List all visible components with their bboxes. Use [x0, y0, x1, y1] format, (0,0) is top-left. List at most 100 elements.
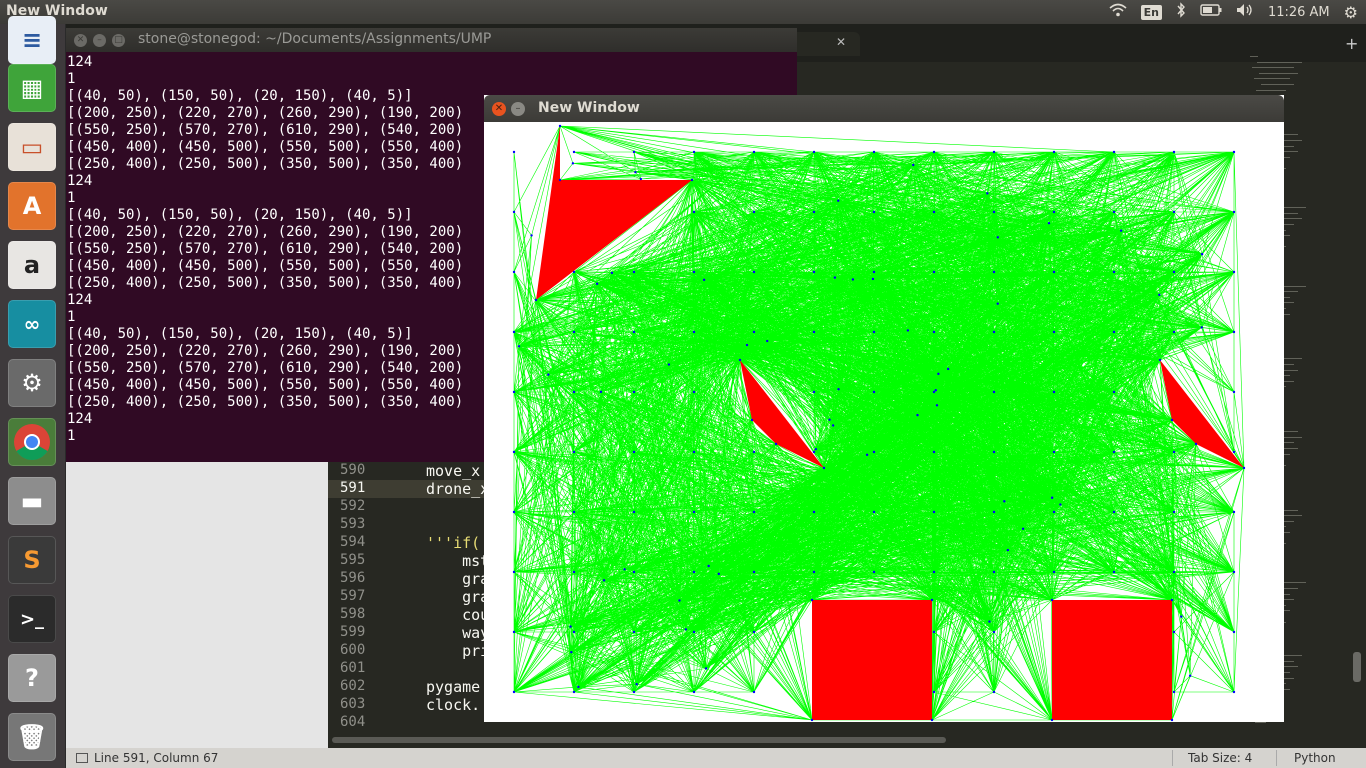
roadmap-node: [872, 270, 876, 274]
bluetooth-icon[interactable]: [1176, 2, 1186, 22]
wifi-icon[interactable]: [1109, 3, 1127, 21]
roadmap-node: [932, 390, 936, 394]
roadmap-node: [1180, 615, 1183, 618]
roadmap-node: [1232, 390, 1236, 394]
roadmap-node: [934, 389, 937, 392]
line-number: 595: [340, 552, 366, 568]
syntax-selector[interactable]: Python: [1294, 751, 1336, 765]
roadmap-node: [992, 630, 996, 634]
close-icon[interactable]: ✕: [492, 102, 506, 116]
roadmap-node: [916, 413, 919, 417]
line-number: 590: [340, 462, 366, 478]
roadmap-node: [932, 570, 936, 574]
roadmap-node: [1172, 210, 1176, 214]
roadmap-node: [1052, 210, 1056, 214]
roadmap-node: [1158, 358, 1162, 362]
roadmap-node: [702, 278, 706, 282]
roadmap-node: [692, 210, 696, 214]
line-number: 600: [340, 642, 366, 658]
volume-icon[interactable]: [1236, 3, 1254, 21]
minimap-line: [1259, 72, 1298, 74]
terminal-line: [(200, 250), (220, 270), (260, 290), (19…: [67, 105, 464, 121]
amazon-icon[interactable]: a: [8, 241, 56, 289]
close-icon[interactable]: ✕: [74, 34, 87, 47]
roadmap-node: [692, 630, 696, 634]
roadmap-node: [1112, 570, 1116, 574]
roadmap-node: [822, 466, 826, 470]
roadmap-node: [937, 372, 940, 376]
roadmap-node: [872, 450, 876, 454]
roadmap-node: [932, 450, 936, 454]
libreoffice-calc-icon[interactable]: ▦: [8, 64, 56, 112]
line-number: 594: [340, 534, 366, 550]
roadmap-node: [812, 450, 816, 454]
roadmap-node: [814, 447, 818, 451]
panel-toggle-icon[interactable]: [76, 753, 88, 763]
roadmap-node: [992, 570, 996, 574]
pygame-titlebar[interactable]: ✕ – New Window: [484, 95, 1284, 122]
tab-close-icon[interactable]: ✕: [836, 35, 846, 49]
roadmap-node: [1172, 690, 1176, 694]
roadmap-node: [1232, 210, 1236, 214]
horizontal-scrollbar[interactable]: [332, 737, 946, 743]
roadmap-node: [812, 150, 816, 154]
trash-icon[interactable]: 🗑: [8, 713, 56, 761]
system-settings-icon[interactable]: ⚙: [8, 359, 56, 407]
help-icon[interactable]: ?: [8, 654, 56, 702]
roadmap-node: [932, 690, 936, 694]
clock[interactable]: 11:26 AM: [1268, 5, 1330, 20]
minimap-line: [1261, 84, 1294, 85]
software-center-icon[interactable]: A: [8, 182, 56, 230]
roadmap-node: [752, 510, 756, 514]
arduino-icon[interactable]: ∞: [8, 300, 56, 348]
sublime-text-icon[interactable]: S: [8, 536, 56, 584]
keyboard-layout-indicator[interactable]: En: [1140, 4, 1162, 20]
roadmap-node: [512, 390, 516, 394]
maximize-icon[interactable]: □: [112, 34, 125, 47]
chrome-icon[interactable]: [8, 418, 56, 466]
roadmap-node: [930, 598, 934, 602]
battery-icon[interactable]: [1200, 4, 1222, 20]
roadmap-node: [810, 718, 814, 722]
roadmap-node: [1172, 450, 1176, 454]
vertical-scrollbar[interactable]: [1353, 652, 1361, 682]
roadmap-node: [812, 390, 816, 394]
roadmap-node: [988, 620, 991, 623]
minimize-icon[interactable]: –: [511, 102, 525, 116]
roadmap-node: [1232, 270, 1236, 274]
libreoffice-writer-icon[interactable]: ≡: [8, 16, 56, 64]
roadmap-node: [1170, 718, 1174, 722]
roadmap-node: [932, 150, 936, 154]
roadmap-node: [1232, 630, 1236, 634]
roadmap-node: [932, 510, 936, 514]
obstacle-5: [812, 600, 932, 720]
roadmap-node: [704, 667, 708, 670]
gear-icon[interactable]: ⚙: [1344, 3, 1358, 22]
roadmap-node: [632, 330, 636, 334]
roadmap-node: [872, 330, 876, 334]
roadmap-node: [812, 510, 816, 514]
disk-icon[interactable]: ▬: [8, 477, 56, 525]
libreoffice-impress-icon[interactable]: ▭: [8, 123, 56, 171]
roadmap-node: [692, 450, 696, 454]
roadmap-node: [812, 570, 816, 574]
terminal-line: [(250, 400), (250, 500), (350, 500), (35…: [67, 275, 464, 291]
minimize-icon[interactable]: –: [93, 34, 106, 47]
window-title: New Window: [538, 100, 640, 116]
roadmap-canvas[interactable]: [484, 122, 1284, 722]
pygame-window[interactable]: ✕ – New Window: [484, 95, 1284, 722]
tab-size-selector[interactable]: Tab Size: 4: [1188, 751, 1252, 765]
roadmap-node: [517, 345, 521, 348]
minimap-line: [1256, 89, 1286, 91]
new-tab-icon[interactable]: +: [1345, 34, 1358, 53]
roadmap-node: [512, 270, 516, 274]
roadmap-node: [872, 390, 876, 394]
roadmap-node: [1052, 510, 1056, 514]
roadmap-node: [692, 390, 696, 394]
roadmap-node: [752, 630, 756, 634]
roadmap-node: [1232, 330, 1236, 334]
terminal-icon[interactable]: >_: [8, 595, 56, 643]
sidebar-panel: [66, 462, 328, 748]
terminal-titlebar[interactable]: ✕ – □ stone@stonegod: ~/Documents/Assign…: [66, 28, 797, 52]
roadmap-node: [992, 210, 996, 214]
